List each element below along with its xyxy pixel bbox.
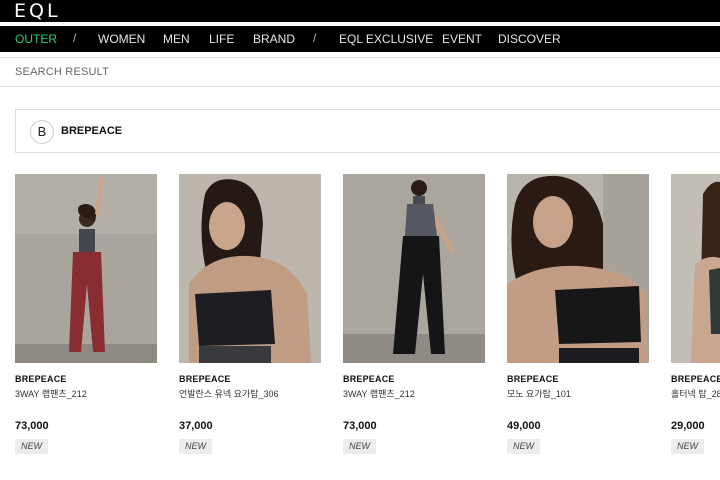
product-card[interactable]: BREPEACE 3WAY 랩팬츠_212 73,000 NEW (15, 174, 157, 464)
product-card[interactable]: BREPEACE 언발란스 유넥 요가탑_306 37,000 NEW (179, 174, 321, 464)
brand-name[interactable]: BREPEACE (61, 125, 122, 137)
product-price: 49,000 (507, 420, 541, 432)
product-price: 29,000 (671, 420, 705, 432)
nav-item-event[interactable]: EVENT (442, 26, 482, 52)
product-name[interactable]: 홀터넥 탑_282 (671, 387, 720, 400)
new-badge: NEW (671, 439, 704, 454)
nav-item-discover[interactable]: DISCOVER (498, 26, 561, 52)
product-image[interactable] (671, 174, 720, 363)
brand-initial-badge: B (30, 120, 54, 144)
divider (0, 57, 720, 58)
nav-item-men[interactable]: MEN (163, 26, 190, 52)
product-name[interactable]: 3WAY 랩팬츠_212 (15, 387, 87, 400)
product-image[interactable] (15, 174, 157, 363)
search-result-label: SEARCH RESULT (15, 66, 110, 78)
product-price: 37,000 (179, 420, 213, 432)
eql-logo[interactable]: EQL (14, 1, 61, 21)
product-name[interactable]: 3WAY 랩팬츠_212 (343, 387, 415, 400)
product-image[interactable] (507, 174, 649, 363)
nav-separator: / (313, 31, 317, 45)
nav-item-life[interactable]: LIFE (209, 26, 234, 52)
product-name[interactable]: 언발란스 유넥 요가탑_306 (179, 387, 279, 400)
main-nav: OUTER / WOMEN MEN LIFE BRAND / EQL EXCLU… (0, 26, 720, 52)
product-price: 73,000 (343, 420, 377, 432)
nav-item-eql-exclusive[interactable]: EQL EXCLUSIVE (339, 26, 433, 52)
product-image[interactable] (343, 174, 485, 363)
product-brand: BREPEACE (179, 374, 231, 384)
product-brand: BREPEACE (671, 374, 720, 384)
nav-item-brand[interactable]: BRAND (253, 26, 295, 52)
top-header-bar: EQL (0, 0, 720, 22)
new-badge: NEW (507, 439, 540, 454)
new-badge: NEW (343, 439, 376, 454)
product-card[interactable]: BREPEACE 모노 요가탑_101 49,000 NEW (507, 174, 649, 464)
product-card[interactable]: BREPEACE 홀터넥 탑_282 29,000 NEW (671, 174, 720, 464)
new-badge: NEW (179, 439, 212, 454)
brand-filter-card[interactable]: B BREPEACE (15, 109, 720, 153)
product-brand: BREPEACE (343, 374, 395, 384)
nav-item-women[interactable]: WOMEN (98, 26, 145, 52)
product-name[interactable]: 모노 요가탑_101 (507, 387, 571, 400)
new-badge: NEW (15, 439, 48, 454)
product-price: 73,000 (15, 420, 49, 432)
divider (0, 86, 720, 87)
product-card[interactable]: BREPEACE 3WAY 랩팬츠_212 73,000 NEW (343, 174, 485, 464)
product-image[interactable] (179, 174, 321, 363)
nav-item-outer[interactable]: OUTER (15, 26, 57, 52)
nav-separator: / (73, 31, 77, 45)
product-brand: BREPEACE (15, 374, 67, 384)
product-brand: BREPEACE (507, 374, 559, 384)
